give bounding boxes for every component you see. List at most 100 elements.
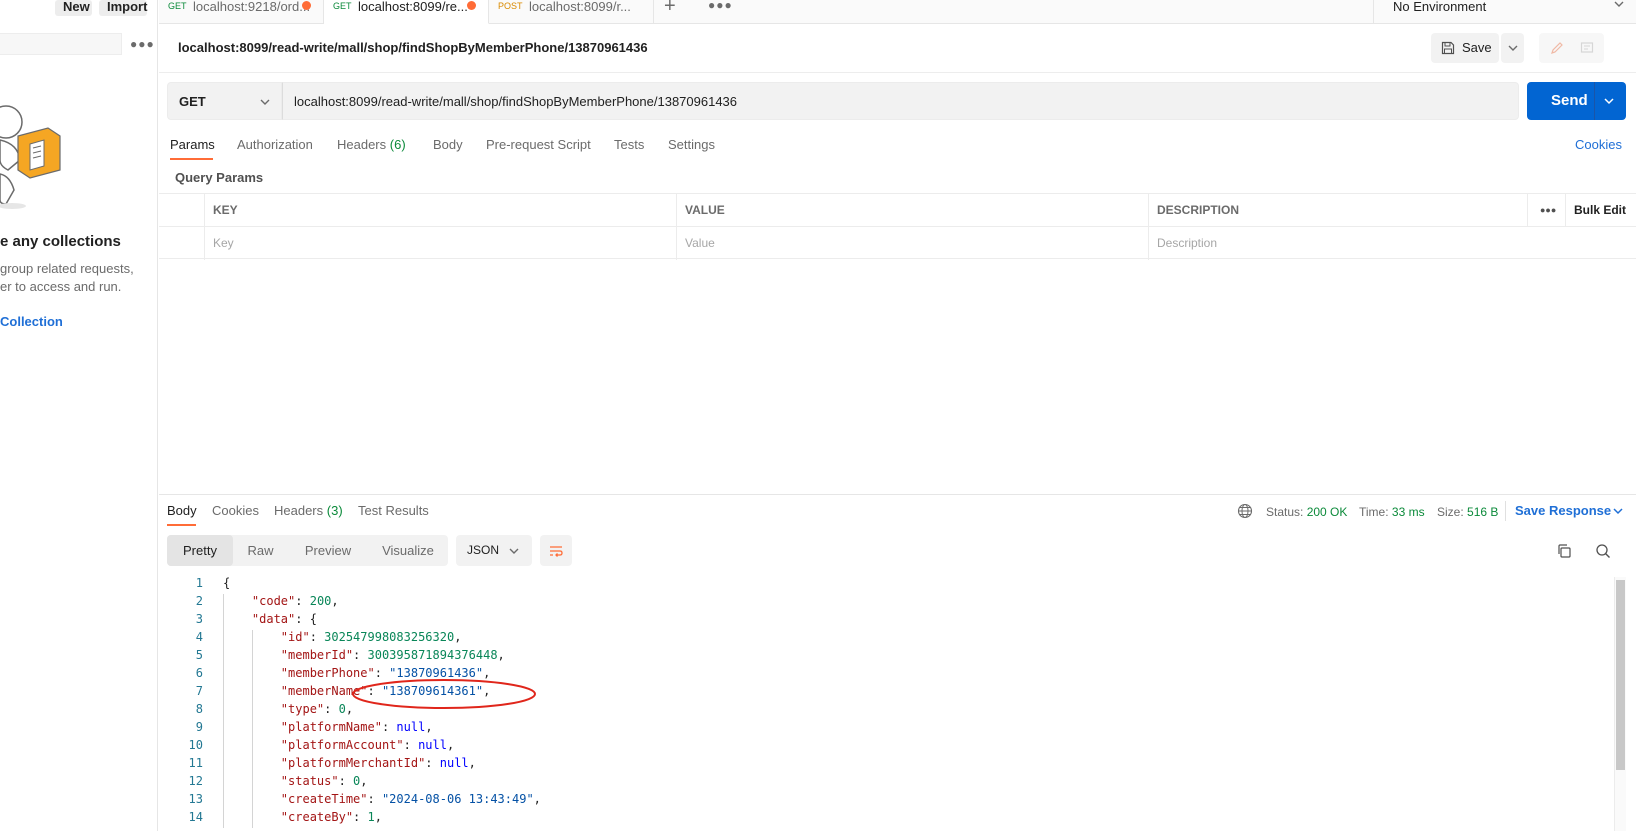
wrap-lines-button[interactable] xyxy=(540,535,572,566)
new-button[interactable]: New xyxy=(55,0,92,16)
tab-authorization[interactable]: Authorization xyxy=(237,137,313,152)
tab-title: localhost:8099/re... xyxy=(358,0,468,14)
time-value: 33 ms xyxy=(1391,505,1425,519)
scrollbar-thumb[interactable] xyxy=(1616,580,1625,770)
copy-icon[interactable] xyxy=(1556,543,1572,559)
format-select[interactable]: JSON xyxy=(456,535,532,566)
new-tab-plus-icon[interactable]: + xyxy=(664,0,676,18)
sidebar-more-icon[interactable]: ●●● xyxy=(130,37,155,51)
chevron-down-icon[interactable] xyxy=(1612,505,1624,517)
save-response-button[interactable]: Save Response xyxy=(1515,503,1611,518)
placeholder: Key xyxy=(213,236,234,250)
line-number: 4 xyxy=(195,630,203,644)
value-input[interactable]: Value xyxy=(676,227,1148,260)
request-tab[interactable]: GET localhost:9218/ord... xyxy=(159,0,324,24)
save-dropdown-button[interactable] xyxy=(1501,33,1524,63)
empty-collections-illustration xyxy=(0,105,61,209)
environment-label: No Environment xyxy=(1393,0,1487,14)
placeholder: Value xyxy=(685,236,715,250)
tab-method: POST xyxy=(498,1,523,11)
request-side-actions xyxy=(1539,33,1604,63)
time-indicator[interactable]: Time: 33 ms xyxy=(1359,505,1425,519)
chevron-down-icon xyxy=(1614,1,1624,7)
sidebar: New Import ●●● e any collections group r… xyxy=(0,0,158,831)
bulk-edit-button[interactable]: Bulk Edit xyxy=(1565,194,1636,227)
status-label: Status: xyxy=(1266,505,1304,519)
tab-settings[interactable]: Settings xyxy=(668,137,715,152)
unsaved-dot-icon xyxy=(302,1,311,10)
response-body-editor[interactable]: 1 {2 "code": 200, 3 "data": {4 "id": 30254… xyxy=(159,576,1636,831)
size-indicator[interactable]: Size: 516 B xyxy=(1437,505,1498,519)
line-number: 14 xyxy=(188,810,203,824)
size-value: 516 B xyxy=(1467,505,1499,519)
code-line: "type": 0, xyxy=(280,702,354,716)
send-label: Send xyxy=(1551,92,1588,109)
code-line: "code": 200, xyxy=(251,594,339,608)
table-row: Key Value Description xyxy=(159,226,1636,260)
request-tab[interactable]: POST localhost:8099/r... xyxy=(489,0,654,24)
globe-icon[interactable] xyxy=(1237,503,1253,519)
tabs-more-icon[interactable]: ●●● xyxy=(708,0,733,12)
view-visualize[interactable]: Visualize xyxy=(368,535,448,566)
request-tab-bar: GET localhost:9218/ord... GET localhost:… xyxy=(159,0,1636,24)
tab-body[interactable]: Body xyxy=(433,137,463,152)
edit-pencil-icon[interactable] xyxy=(1550,41,1564,55)
code-line: "data": { xyxy=(251,612,317,626)
request-tab-active[interactable]: GET localhost:8099/re... xyxy=(324,0,489,24)
code-line: "memberPhone": "13870961436", xyxy=(280,666,491,680)
line-number: 12 xyxy=(188,774,203,788)
time-label: Time: xyxy=(1359,505,1389,519)
tab-pre-request-script[interactable]: Pre-request Script xyxy=(486,137,591,152)
line-number: 1 xyxy=(195,576,203,590)
empty-collections-text: group related requests, xyxy=(0,261,134,276)
line-number: 5 xyxy=(195,648,203,662)
send-button[interactable]: Send xyxy=(1527,82,1626,120)
line-number: 11 xyxy=(188,756,203,770)
key-input[interactable]: Key xyxy=(204,227,676,260)
headers-count: (6) xyxy=(389,137,406,152)
view-raw[interactable]: Raw xyxy=(233,535,288,566)
comment-icon[interactable] xyxy=(1580,41,1594,55)
tab-tests[interactable]: Tests xyxy=(614,137,644,152)
view-preview[interactable]: Preview xyxy=(288,535,368,566)
chevron-down-icon[interactable] xyxy=(1603,95,1615,107)
response-tab-headers[interactable]: Headers (3) xyxy=(274,503,343,518)
tab-title: localhost:9218/ord... xyxy=(193,0,311,14)
response-tab-test-results[interactable]: Test Results xyxy=(358,503,429,518)
import-button[interactable]: Import xyxy=(99,0,147,16)
response-tab-headers-label: Headers xyxy=(274,503,324,518)
sidebar-search-input[interactable] xyxy=(0,33,122,55)
response-tab-body[interactable]: Body xyxy=(167,503,197,518)
code-line: "createTime": "2024-08-06 13:43:49", xyxy=(280,792,541,806)
code-line: "platformMerchantId": null, xyxy=(280,756,476,770)
line-number: 8 xyxy=(195,702,203,716)
tab-params[interactable]: Params xyxy=(170,137,215,152)
url-input[interactable] xyxy=(282,82,1519,120)
save-button[interactable]: Save xyxy=(1431,33,1499,63)
view-pretty[interactable]: Pretty xyxy=(167,535,233,566)
line-number: 13 xyxy=(188,792,203,806)
tab-headers[interactable]: Headers (6) xyxy=(337,137,406,152)
active-tab-indicator xyxy=(170,158,213,160)
description-input[interactable]: Description xyxy=(1148,227,1636,260)
response-tab-cookies[interactable]: Cookies xyxy=(212,503,259,518)
pane-divider[interactable] xyxy=(159,494,1636,495)
status-indicator[interactable]: Status: 200 OK xyxy=(1266,505,1347,519)
request-title[interactable]: localhost:8099/read-write/mall/shop/find… xyxy=(178,40,648,55)
cookies-link[interactable]: Cookies xyxy=(1575,137,1622,152)
chevron-down-icon xyxy=(509,548,519,554)
search-icon[interactable] xyxy=(1595,543,1611,559)
column-header: VALUE xyxy=(685,203,725,217)
more-options-icon[interactable]: ●●● xyxy=(1527,194,1565,227)
code-line: "platformAccount": null, xyxy=(280,738,455,752)
code-line: "id": 302547998083256320, xyxy=(280,630,462,644)
column-header: KEY xyxy=(213,203,238,217)
method-select[interactable]: GET xyxy=(167,82,282,120)
empty-collections-text-2: er to access and run. xyxy=(0,279,122,294)
code-line: "memberId": 300395871894376448, xyxy=(280,648,505,662)
environment-select[interactable]: No Environment xyxy=(1373,0,1636,24)
code-line: "createBy": 1, xyxy=(280,810,382,824)
response-view-toggle: Pretty Raw Preview Visualize xyxy=(167,535,448,566)
indent-guide xyxy=(223,594,224,828)
create-collection-link[interactable]: Collection xyxy=(0,314,63,329)
